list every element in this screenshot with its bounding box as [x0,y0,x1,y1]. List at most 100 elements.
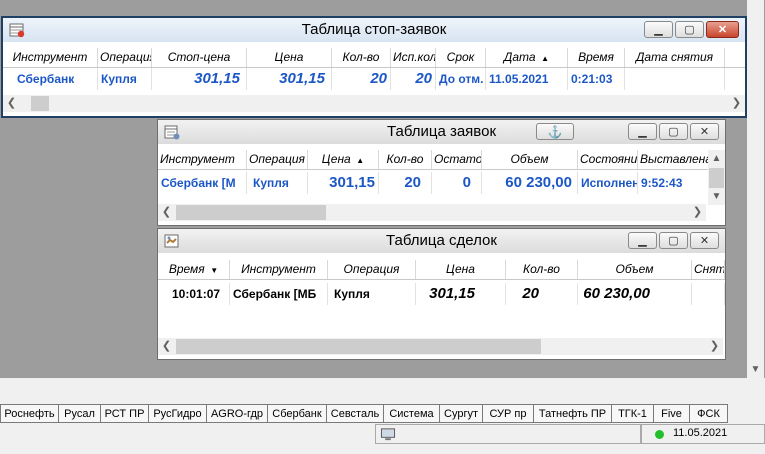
scroll-thumb[interactable] [176,205,326,220]
scroll-down-icon[interactable]: ▼ [708,188,725,205]
cell-operation: Купля [328,283,416,305]
col-header-price[interactable]: Цена [247,48,332,67]
scroll-thumb[interactable] [709,168,724,188]
col-header-volume[interactable]: Объем [482,150,578,169]
col-header-term[interactable]: Срок [436,48,486,67]
cell-time: 10:01:07 [158,283,230,305]
cell-volume: 60 230,00 [482,172,578,194]
status-panel-connection [375,424,641,444]
col-header-time[interactable]: Время [568,48,625,67]
scroll-left-icon[interactable]: ❮ [3,95,20,112]
close-button[interactable]: ✕ [690,123,719,140]
orders-window: Таблица заявок ⚓ ▁ ▢ ✕ Инструмент Операц… [157,119,726,226]
col-header-date[interactable]: Дата ▲ [486,48,568,67]
cell-price: 301,15 [308,172,379,194]
scroll-left-icon[interactable]: ❮ [158,204,175,221]
col-header-instrument[interactable]: Инструмент [158,150,247,169]
scroll-thumb[interactable] [176,339,541,354]
orders-titlebar[interactable]: Таблица заявок ⚓ ▁ ▢ ✕ [158,120,725,144]
cell-date: 11.05.2021 [486,68,568,90]
tab-agro-gdr[interactable]: AGRO-гдр [206,404,267,423]
trades-titlebar[interactable]: Таблица сделок ▁ ▢ ✕ [158,229,725,253]
cell-stop-price: 301,15 [152,68,247,90]
cell-operation: Купля [247,172,308,194]
cell-price: 301,15 [247,68,332,90]
maximize-button[interactable]: ▢ [659,123,688,140]
col-header-operation[interactable]: Операция [328,260,416,279]
tab-severstal[interactable]: Севсталь [326,404,383,423]
col-header-qty[interactable]: Кол-во [379,150,432,169]
cell-qty: 20 [379,172,432,194]
col-header-qty[interactable]: Кол-во [332,48,391,67]
col-header-instrument[interactable]: Инструмент [230,260,328,279]
minimize-button[interactable]: ▁ [628,232,657,249]
stop-orders-titlebar[interactable]: Таблица стоп-заявок ▁ ▢ ✕ [3,18,745,42]
cell-state: Исполнена [578,172,638,194]
cell-price: 301,15 [416,283,506,305]
close-button[interactable]: ✕ [706,21,739,38]
scroll-left-icon[interactable]: ❮ [158,338,175,355]
pin-button[interactable]: ⚓ [536,123,574,140]
tab-sberbank[interactable]: Сбербанк [267,404,326,423]
close-icon: ✕ [699,235,710,247]
table-row[interactable]: Сбербанк Купля 301,15 301,15 20 20 До от… [3,68,745,90]
table-row[interactable]: 10:01:07 Сбербанк [МБ Купля 301,15 20 60… [158,283,725,305]
col-header-operation[interactable]: Операция [247,150,308,169]
col-header-operation[interactable]: Операция [98,48,152,67]
col-header-exec-qty[interactable]: Исп.кол [391,48,436,67]
connection-status-icon [655,430,664,439]
minimize-button[interactable]: ▁ [628,123,657,140]
col-header-volume[interactable]: Объем [578,260,692,279]
cell-qty: 20 [332,68,391,90]
instrument-tabs: Роснефть Русал РСТ ПР РусГидро AGRO-гдр … [0,404,765,424]
sort-asc-icon: ▲ [538,54,550,63]
tab-tatneft-pr[interactable]: Татнефть ПР [533,404,611,423]
minimize-button[interactable]: ▁ [644,21,673,38]
col-header-stop-price[interactable]: Стоп-цена [152,48,247,67]
col-header-cancel-date[interactable]: Дата снятия [625,48,725,67]
col-header-instrument[interactable]: Инструмент [3,48,98,67]
col-header-placed[interactable]: Выставлена [638,150,710,169]
col-header-state[interactable]: Состояние [578,150,638,169]
tab-rosneft[interactable]: Роснефть [0,404,58,423]
tab-tgk-1[interactable]: ТГК-1 [611,404,653,423]
cell-instrument: Сбербанк [3,68,98,90]
cell-term: До отм. [436,68,486,90]
table-row[interactable]: Сбербанк [М Купля 301,15 20 0 60 230,00 … [158,172,710,194]
cell-instrument: Сбербанк [М [158,172,247,194]
workspace-vertical-scrollbar[interactable]: ▼ [747,0,764,378]
minimize-icon: ▁ [638,235,647,247]
col-header-qty[interactable]: Кол-во [506,260,578,279]
tab-rusal[interactable]: Русал [58,404,100,423]
scroll-right-icon[interactable]: ❯ [689,204,706,221]
tab-fsk[interactable]: ФСК [689,404,728,423]
trades-window: Таблица сделок ▁ ▢ ✕ Время ▼ Инструмент … [157,228,726,360]
tab-surgut[interactable]: Сургут [439,404,482,423]
scroll-thumb[interactable] [31,96,49,111]
tab-rushydro[interactable]: РусГидро [148,404,206,423]
tab-rst-pr[interactable]: РСТ ПР [100,404,148,423]
horizontal-scrollbar[interactable]: ❮ ❯ [158,204,706,221]
horizontal-scrollbar[interactable]: ❮ ❯ [158,338,723,355]
tab-five[interactable]: Five [653,404,689,423]
scroll-down-icon[interactable]: ▼ [747,361,764,378]
close-icon: ✕ [717,24,728,36]
scroll-right-icon[interactable]: ❯ [728,95,745,112]
status-date: 11.05.2021 [673,427,728,439]
vertical-scrollbar[interactable]: ▲ ▼ [708,150,725,205]
col-header-price[interactable]: Цена ▲ [308,150,379,169]
col-header-price[interactable]: Цена [416,260,506,279]
cell-time: 0:21:03 [568,68,625,90]
tab-sur-pr[interactable]: СУР пр [482,404,533,423]
maximize-button[interactable]: ▢ [675,21,704,38]
tab-sistema[interactable]: Система [383,404,439,423]
horizontal-scrollbar[interactable]: ❮ ❯ [3,95,745,112]
col-header-time-label: Время [168,262,205,276]
close-button[interactable]: ✕ [690,232,719,249]
scroll-up-icon[interactable]: ▲ [708,150,725,167]
scroll-right-icon[interactable]: ❯ [706,338,723,355]
col-header-removed[interactable]: Снята(вр [692,260,725,279]
col-header-time[interactable]: Время ▼ [158,260,230,279]
maximize-button[interactable]: ▢ [659,232,688,249]
col-header-rest[interactable]: Остаток [432,150,482,169]
